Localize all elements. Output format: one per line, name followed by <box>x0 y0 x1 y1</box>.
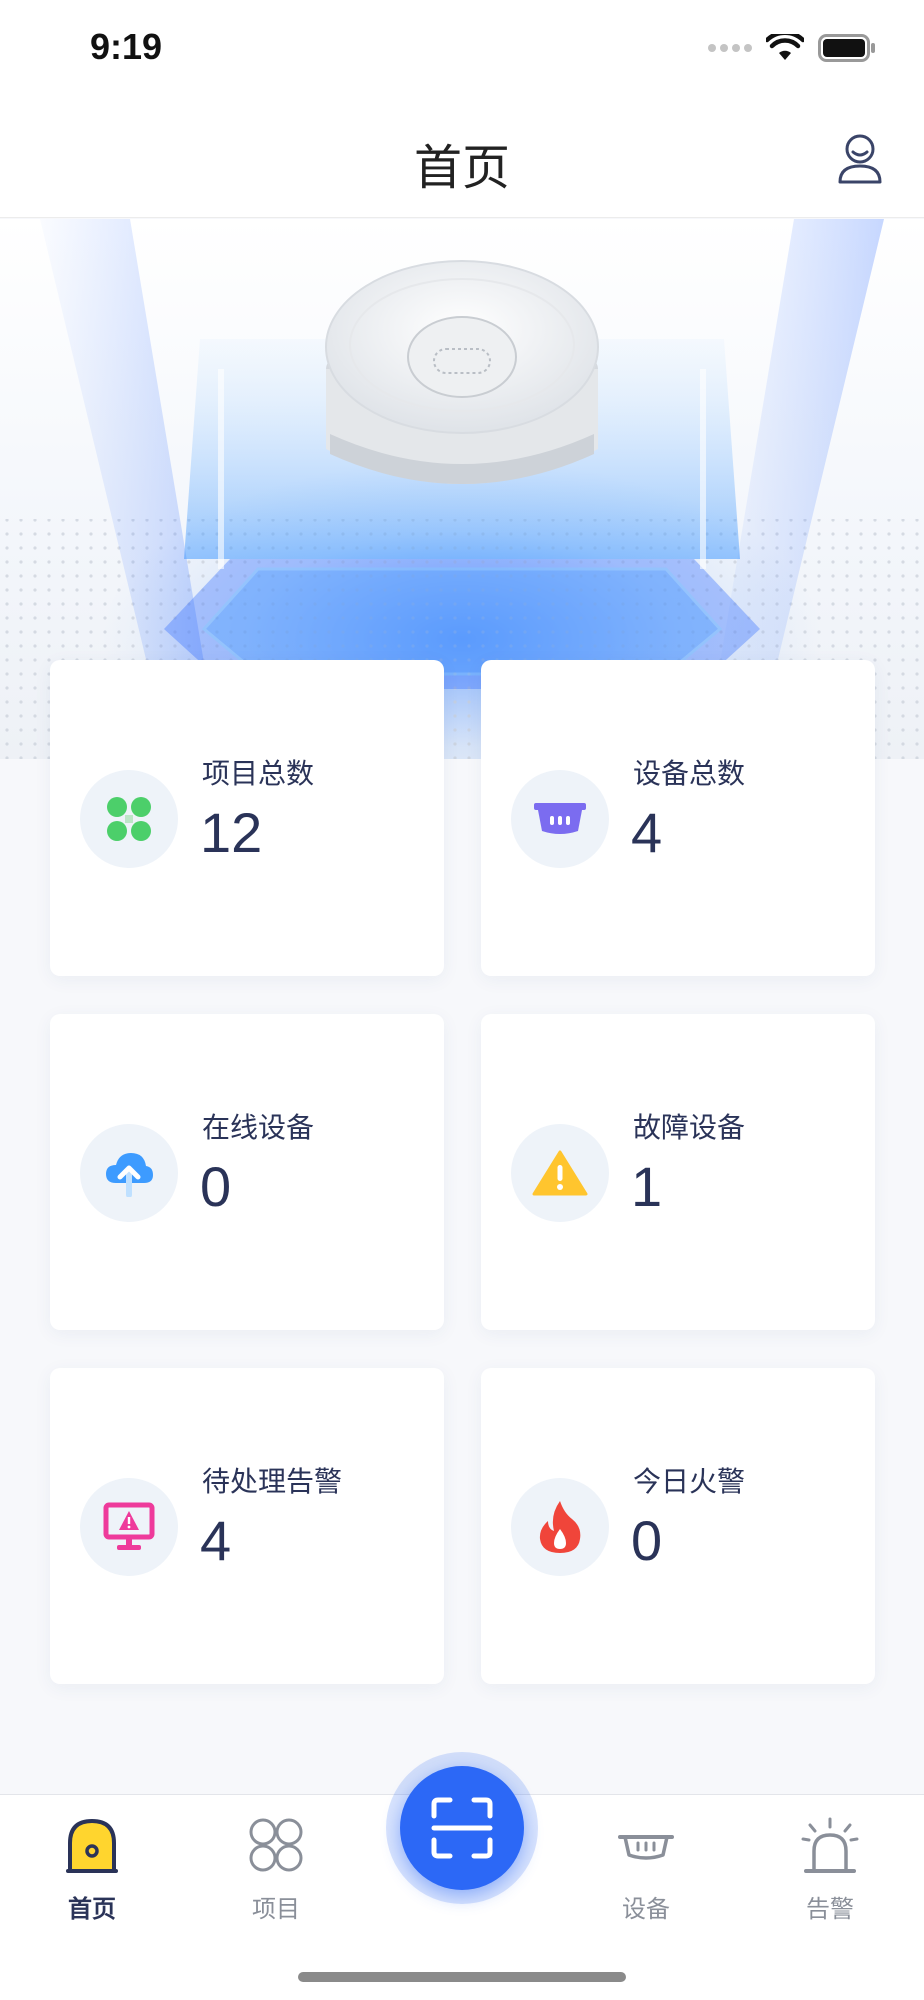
tab-label: 告警 <box>806 1895 854 1923</box>
user-icon[interactable] <box>836 132 884 184</box>
stat-icon-wrap <box>80 1478 178 1576</box>
stat-icon-wrap <box>511 1478 609 1576</box>
stat-value: 0 <box>200 1155 232 1218</box>
stat-card-projects[interactable]: 项目总数 12 <box>50 660 444 976</box>
nav-bar: 首页 <box>0 100 924 218</box>
wifi-icon <box>766 34 804 60</box>
projects-icon <box>249 1818 303 1872</box>
scan-icon <box>431 1797 493 1859</box>
smoke-detector-icon <box>534 803 586 834</box>
stat-value: 4 <box>200 1509 232 1572</box>
alarm-icon <box>801 1817 859 1873</box>
status-time: 9:19 <box>90 26 163 67</box>
stat-card-faulty[interactable]: 故障设备 1 <box>481 1014 875 1330</box>
tab-devices[interactable]: 设备 <box>586 1815 706 1924</box>
stat-label: 故障设备 <box>633 1111 746 1144</box>
tab-projects[interactable]: 项目 <box>216 1815 336 1924</box>
stat-icon-wrap <box>511 1124 609 1222</box>
stat-icon-wrap <box>511 770 609 868</box>
stat-icon-wrap <box>80 770 178 868</box>
stat-value: 12 <box>200 801 263 864</box>
stat-label: 项目总数 <box>202 757 315 790</box>
stat-icon-wrap <box>80 1124 178 1222</box>
stat-card-pending-alarms[interactable]: 待处理告警 4 <box>50 1368 444 1684</box>
warning-triangle-icon <box>532 1150 588 1196</box>
tab-label: 首页 <box>68 1895 116 1923</box>
stat-value: 0 <box>631 1509 663 1572</box>
tab-label: 设备 <box>622 1895 670 1923</box>
status-icons <box>708 34 876 62</box>
monitor-alert-icon <box>103 1502 155 1550</box>
home-icon <box>66 1819 118 1873</box>
scan-button[interactable] <box>400 1766 524 1890</box>
home-screen: 9:19 首页 项目总数 12 设备总数 4 在线设备 0 故障设备 1 待处理… <box>0 0 924 2000</box>
tab-label: 项目 <box>252 1895 300 1923</box>
stat-value: 1 <box>631 1155 663 1218</box>
tab-alarms[interactable]: 告警 <box>770 1815 890 1924</box>
tab-home[interactable]: 首页 <box>32 1815 152 1924</box>
battery-icon <box>818 34 875 62</box>
stat-label: 设备总数 <box>633 757 746 790</box>
page-title: 首页 <box>413 140 510 196</box>
stat-value: 4 <box>631 801 663 864</box>
home-indicator[interactable] <box>298 1972 626 1982</box>
fire-icon <box>539 1501 581 1553</box>
stat-label: 今日火警 <box>633 1465 746 1498</box>
projects-grid-icon <box>107 797 151 841</box>
stat-label: 在线设备 <box>202 1111 315 1144</box>
stat-label: 待处理告警 <box>202 1465 343 1498</box>
stat-card-fire-today[interactable]: 今日火警 0 <box>481 1368 875 1684</box>
status-bar: 9:19 <box>0 0 924 100</box>
stat-card-devices[interactable]: 设备总数 4 <box>481 660 875 976</box>
cloud-upload-icon <box>106 1153 153 1197</box>
device-icon <box>618 1835 674 1860</box>
signal-icon <box>708 44 752 52</box>
stat-card-online[interactable]: 在线设备 0 <box>50 1014 444 1330</box>
